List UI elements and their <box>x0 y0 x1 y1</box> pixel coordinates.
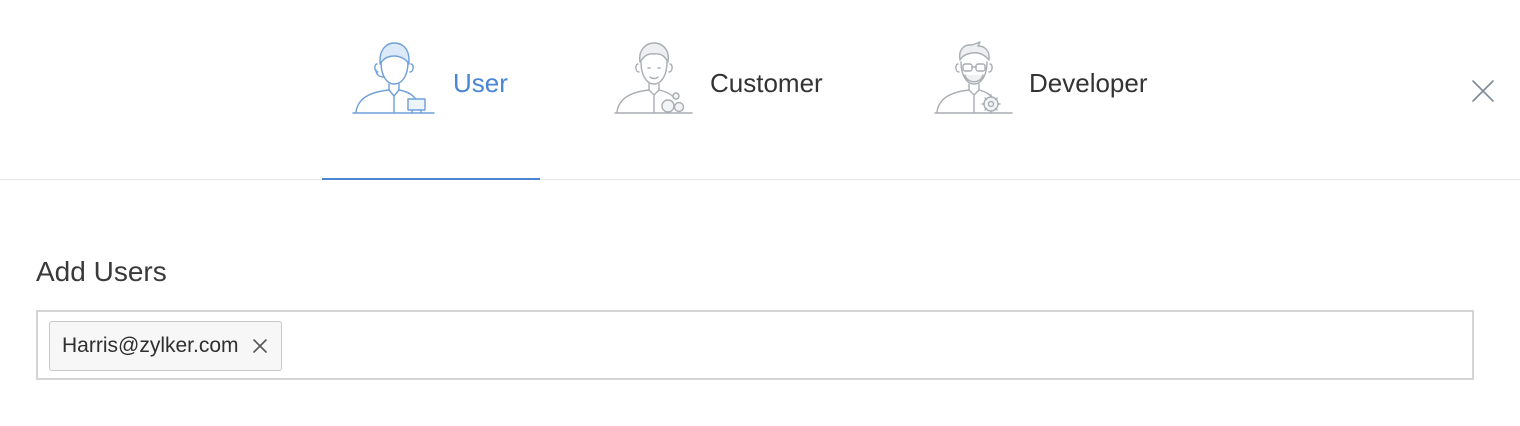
add-users-text-entry[interactable] <box>308 322 1458 368</box>
add-users-input[interactable]: Harris@zylker.com <box>36 310 1474 380</box>
tab-user[interactable]: User <box>322 0 540 180</box>
tab-developer-label: Developer <box>1029 68 1148 98</box>
customer-avatar-icon <box>614 42 693 114</box>
add-users-title: Add Users <box>36 256 167 287</box>
close-icon <box>1472 80 1494 102</box>
remove-tag-button[interactable] <box>239 322 281 370</box>
close-button[interactable] <box>1466 74 1500 108</box>
user-tag: Harris@zylker.com <box>49 321 282 371</box>
tab-customer-label: Customer <box>710 68 823 98</box>
tab-customer[interactable]: Customer <box>600 0 860 179</box>
user-tag-label: Harris@zylker.com <box>62 334 239 357</box>
tab-user-label: User <box>453 68 508 98</box>
active-tab-indicator <box>322 178 540 180</box>
tab-developer[interactable]: Developer <box>920 0 1180 179</box>
role-tabs: User Customer Developer <box>0 0 1520 180</box>
user-avatar-icon <box>352 42 435 114</box>
developer-avatar-icon <box>934 41 1013 114</box>
close-icon <box>252 339 267 353</box>
